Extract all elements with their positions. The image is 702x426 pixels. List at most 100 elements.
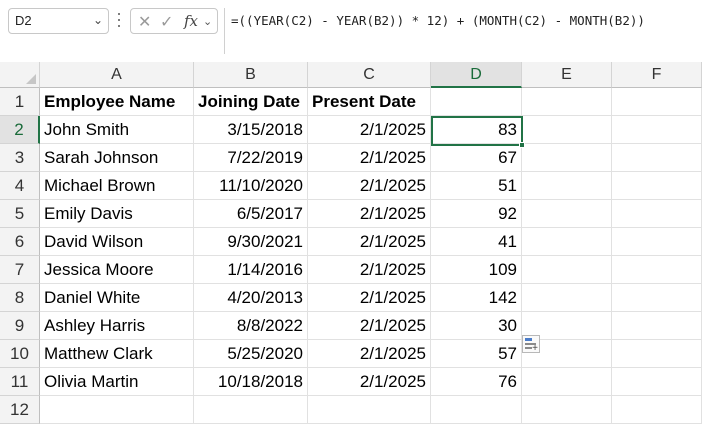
cell-b8[interactable]: 4/20/2013 [194, 284, 308, 312]
cell-a10[interactable]: Matthew Clark [40, 340, 194, 368]
cell-f11[interactable] [612, 368, 702, 396]
row-header-3[interactable]: 3 [0, 144, 40, 172]
cell-a1[interactable]: Employee Name [40, 88, 194, 116]
row-header-10[interactable]: 10 [0, 340, 40, 368]
cell-d6[interactable]: 41 [431, 228, 522, 256]
cell-b7[interactable]: 1/14/2016 [194, 256, 308, 284]
row-header-12[interactable]: 12 [0, 396, 40, 424]
cell-f8[interactable] [612, 284, 702, 312]
cell-c7[interactable]: 2/1/2025 [308, 256, 431, 284]
row-header-4[interactable]: 4 [0, 172, 40, 200]
cell-e8[interactable] [522, 284, 612, 312]
cell-a2[interactable]: John Smith [40, 116, 194, 144]
cell-a3[interactable]: Sarah Johnson [40, 144, 194, 172]
row-header-11[interactable]: 11 [0, 368, 40, 396]
cell-e12[interactable] [522, 396, 612, 424]
cell-e4[interactable] [522, 172, 612, 200]
cell-d4[interactable]: 51 [431, 172, 522, 200]
row-header-9[interactable]: 9 [0, 312, 40, 340]
cell-a4[interactable]: Michael Brown [40, 172, 194, 200]
column-header-d[interactable]: D [431, 62, 522, 88]
column-header-e[interactable]: E [522, 62, 612, 88]
row-header-2[interactable]: 2 [0, 116, 40, 144]
chevron-down-icon[interactable]: ⌄ [93, 13, 103, 27]
cell-d11[interactable]: 76 [431, 368, 522, 396]
cell-c11[interactable]: 2/1/2025 [308, 368, 431, 396]
cell-c5[interactable]: 2/1/2025 [308, 200, 431, 228]
cell-b12[interactable] [194, 396, 308, 424]
row-header-6[interactable]: 6 [0, 228, 40, 256]
cell-c8[interactable]: 2/1/2025 [308, 284, 431, 312]
cell-e3[interactable] [522, 144, 612, 172]
cell-d12[interactable] [431, 396, 522, 424]
cell-c9[interactable]: 2/1/2025 [308, 312, 431, 340]
cell-c2[interactable]: 2/1/2025 [308, 116, 431, 144]
cell-f4[interactable] [612, 172, 702, 200]
column-header-f[interactable]: F [612, 62, 702, 88]
quick-analysis-icon[interactable]: + [522, 335, 540, 354]
cell-e6[interactable] [522, 228, 612, 256]
cell-c10[interactable]: 2/1/2025 [308, 340, 431, 368]
cell-a5[interactable]: Emily Davis [40, 200, 194, 228]
cell-e1[interactable] [522, 88, 612, 116]
name-box[interactable]: D2 ⌄ [8, 8, 109, 34]
cell-c1[interactable]: Present Date [308, 88, 431, 116]
cell-f2[interactable] [612, 116, 702, 144]
cell-a6[interactable]: David Wilson [40, 228, 194, 256]
cell-f1[interactable] [612, 88, 702, 116]
cell-e2[interactable] [522, 116, 612, 144]
row-header-8[interactable]: 8 [0, 284, 40, 312]
cell-d2[interactable]: 83 [431, 116, 522, 144]
cell-b5[interactable]: 6/5/2017 [194, 200, 308, 228]
cell-a9[interactable]: Ashley Harris [40, 312, 194, 340]
cell-c12[interactable] [308, 396, 431, 424]
cell-b6[interactable]: 9/30/2021 [194, 228, 308, 256]
more-options-icon[interactable] [115, 9, 123, 31]
cell-f3[interactable] [612, 144, 702, 172]
cell-f6[interactable] [612, 228, 702, 256]
name-box-value: D2 [15, 13, 32, 28]
cell-b9[interactable]: 8/8/2022 [194, 312, 308, 340]
column-header-b[interactable]: B [194, 62, 308, 88]
cell-b1[interactable]: Joining Date [194, 88, 308, 116]
row-header-5[interactable]: 5 [0, 200, 40, 228]
cell-a7[interactable]: Jessica Moore [40, 256, 194, 284]
cell-d3[interactable]: 67 [431, 144, 522, 172]
cell-f10[interactable] [612, 340, 702, 368]
cell-e7[interactable] [522, 256, 612, 284]
cell-d5[interactable]: 92 [431, 200, 522, 228]
cell-f5[interactable] [612, 200, 702, 228]
cell-d1[interactable] [431, 88, 522, 116]
cell-f7[interactable] [612, 256, 702, 284]
cell-b2[interactable]: 3/15/2018 [194, 116, 308, 144]
cell-e11[interactable] [522, 368, 612, 396]
cell-a11[interactable]: Olivia Martin [40, 368, 194, 396]
cell-c6[interactable]: 2/1/2025 [308, 228, 431, 256]
cell-b11[interactable]: 10/18/2018 [194, 368, 308, 396]
cell-a12[interactable] [40, 396, 194, 424]
insert-function-icon[interactable]: fx [184, 12, 198, 30]
chevron-down-icon[interactable]: ⌄ [203, 15, 212, 28]
cell-d7[interactable]: 109 [431, 256, 522, 284]
cell-a8[interactable]: Daniel White [40, 284, 194, 312]
cancel-icon[interactable]: ✕ [138, 12, 151, 32]
cell-b4[interactable]: 11/10/2020 [194, 172, 308, 200]
cell-d9[interactable]: 30 [431, 312, 522, 340]
formula-input[interactable]: =((YEAR(C2) - YEAR(B2)) * 12) + (MONTH(C… [224, 8, 702, 54]
fill-handle[interactable] [519, 142, 525, 148]
cell-d8[interactable]: 142 [431, 284, 522, 312]
select-all-corner[interactable] [0, 62, 40, 88]
cell-c3[interactable]: 2/1/2025 [308, 144, 431, 172]
row-header-7[interactable]: 7 [0, 256, 40, 284]
cell-b3[interactable]: 7/22/2019 [194, 144, 308, 172]
cell-d10[interactable]: 57 [431, 340, 522, 368]
cell-f9[interactable] [612, 312, 702, 340]
column-header-a[interactable]: A [40, 62, 194, 88]
enter-icon[interactable]: ✓ [160, 12, 173, 32]
cell-b10[interactable]: 5/25/2020 [194, 340, 308, 368]
column-header-c[interactable]: C [308, 62, 431, 88]
row-header-1[interactable]: 1 [0, 88, 40, 116]
cell-f12[interactable] [612, 396, 702, 424]
cell-e5[interactable] [522, 200, 612, 228]
cell-c4[interactable]: 2/1/2025 [308, 172, 431, 200]
